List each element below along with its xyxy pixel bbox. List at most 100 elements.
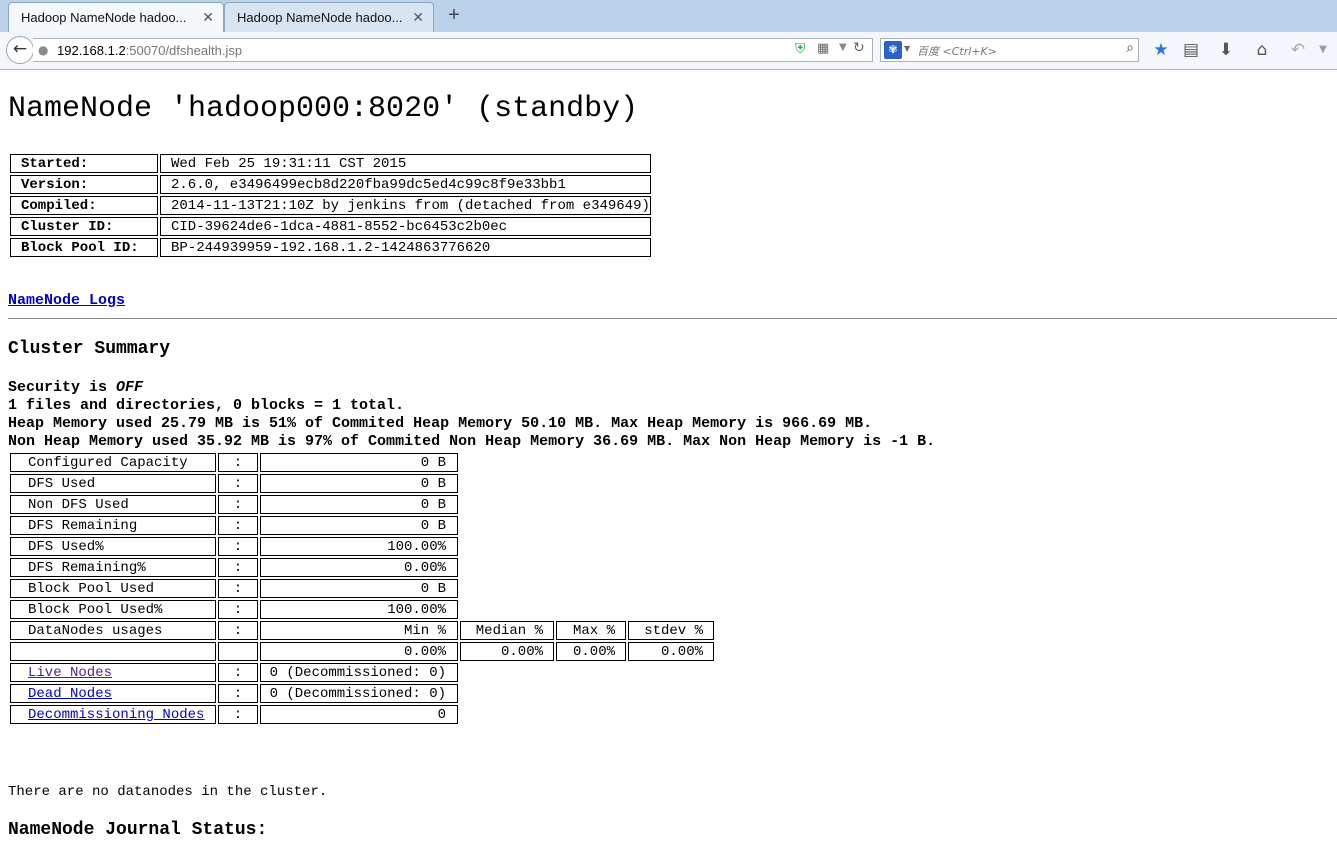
usage-value-max: 0.00% bbox=[556, 642, 626, 661]
tab-strip: Hadoop NameNode hadoo... ✕ Hadoop NameNo… bbox=[0, 0, 1337, 32]
search-engine-icon[interactable]: ✾ bbox=[884, 41, 902, 59]
security-value: OFF bbox=[116, 379, 144, 396]
capacity-value: 100.00% bbox=[260, 537, 458, 556]
url-host: 192.168.1.2 bbox=[57, 43, 126, 58]
bookmarks-list-icon[interactable]: ▤ bbox=[1180, 39, 1202, 61]
page-title: NameNode 'hadoop000:8020' (standby) bbox=[8, 92, 639, 126]
decommissioning-nodes-link[interactable]: Decommissioning Nodes bbox=[28, 707, 204, 723]
back-button[interactable]: ← bbox=[6, 36, 34, 64]
reload-icon[interactable]: ↻ bbox=[853, 40, 865, 56]
download-icon[interactable]: ⬇ bbox=[1215, 39, 1237, 61]
table-row: 0.00% 0.00% 0.00% 0.00% bbox=[10, 642, 714, 661]
namenode-logs-link[interactable]: NameNode Logs bbox=[8, 292, 125, 309]
separator: : bbox=[218, 600, 258, 619]
separator: : bbox=[218, 537, 258, 556]
search-bar[interactable]: ✾ ▼ 百度 <Ctrl+K> ⌕ bbox=[880, 38, 1139, 62]
bookmark-star-icon[interactable]: ★ bbox=[1150, 39, 1172, 61]
info-value: CID-39624de6-1dca-4881-8552-bc6453c2b0ec bbox=[160, 217, 651, 236]
dead-nodes-link[interactable]: Dead Nodes bbox=[28, 686, 112, 702]
usage-value-median: 0.00% bbox=[460, 642, 554, 661]
info-key: Cluster ID: bbox=[10, 217, 158, 236]
files-summary: 1 files and directories, 0 blocks = 1 to… bbox=[8, 397, 405, 414]
separator: : bbox=[218, 663, 258, 682]
separator: : bbox=[218, 474, 258, 493]
tab-title: Hadoop NameNode hadoo... bbox=[237, 10, 403, 25]
info-value: 2014-11-13T21:10Z by jenkins from (detac… bbox=[160, 196, 651, 215]
search-input[interactable]: 百度 <Ctrl+K> bbox=[917, 43, 997, 59]
close-tab-icon[interactable]: ✕ bbox=[412, 9, 424, 26]
separator: : bbox=[218, 558, 258, 577]
capacity-key: Configured Capacity bbox=[10, 453, 216, 472]
heap-memory-summary: Heap Memory used 25.79 MB is 51% of Comm… bbox=[8, 415, 873, 432]
close-tab-icon[interactable]: ✕ bbox=[202, 9, 214, 26]
table-row: Block Pool Used%:100.00% bbox=[10, 600, 714, 619]
separator: : bbox=[218, 453, 258, 472]
page-content: NameNode 'hadoop000:8020' (standby) Star… bbox=[0, 70, 1337, 855]
table-row: Block Pool Used:0 B bbox=[10, 579, 714, 598]
table-row: Compiled: 2014-11-13T21:10Z by jenkins f… bbox=[10, 196, 651, 215]
dead-nodes-value: 0 (Decommissioned: 0) bbox=[260, 684, 458, 703]
decommissioning-nodes-cell: Decommissioning Nodes bbox=[10, 705, 216, 724]
new-tab-button[interactable]: + bbox=[444, 4, 464, 28]
table-row: DFS Used%:100.00% bbox=[10, 537, 714, 556]
url-text[interactable]: 192.168.1.2:50070/dfshealth.jsp bbox=[57, 43, 242, 58]
undo-icon[interactable]: ↶ bbox=[1287, 39, 1309, 61]
usage-header-max: Max % bbox=[556, 621, 626, 640]
empty-cell bbox=[218, 642, 258, 661]
tab-hadoop-1[interactable]: Hadoop NameNode hadoo... ✕ bbox=[8, 2, 224, 32]
capacity-key: Block Pool Used% bbox=[10, 600, 216, 619]
capacity-table: Configured Capacity:0 B DFS Used:0 B Non… bbox=[8, 451, 716, 726]
capacity-value: 0 B bbox=[260, 579, 458, 598]
separator: : bbox=[218, 516, 258, 535]
capacity-key: DFS Remaining% bbox=[10, 558, 216, 577]
qr-code-icon[interactable]: ▦ bbox=[817, 41, 829, 56]
capacity-value: 0 B bbox=[260, 453, 458, 472]
usage-header-median: Median % bbox=[460, 621, 554, 640]
tab-hadoop-2[interactable]: Hadoop NameNode hadoo... ✕ bbox=[224, 2, 434, 32]
security-label: Security is bbox=[8, 379, 117, 396]
table-row: DFS Used:0 B bbox=[10, 474, 714, 493]
search-icon[interactable]: ⌕ bbox=[1126, 40, 1134, 56]
journal-status-heading: NameNode Journal Status: bbox=[8, 820, 268, 840]
capacity-key: DFS Used bbox=[10, 474, 216, 493]
shield-icon[interactable]: ⛨ bbox=[795, 41, 806, 57]
usage-value-stdev: 0.00% bbox=[628, 642, 714, 661]
url-path: :50070/dfshealth.jsp bbox=[125, 43, 243, 58]
capacity-value: 0 B bbox=[260, 495, 458, 514]
chevron-down-icon[interactable]: ▼ bbox=[1312, 39, 1334, 61]
table-row: Non DFS Used:0 B bbox=[10, 495, 714, 514]
info-key: Version: bbox=[10, 175, 158, 194]
live-nodes-link[interactable]: Live Nodes bbox=[28, 665, 112, 681]
non-heap-memory-summary: Non Heap Memory used 35.92 MB is 97% of … bbox=[8, 433, 936, 450]
table-row: Live Nodes : 0 (Decommissioned: 0) bbox=[10, 663, 714, 682]
chevron-down-icon[interactable]: ▼ bbox=[839, 42, 847, 53]
table-row: DFS Remaining:0 B bbox=[10, 516, 714, 535]
usage-value-min: 0.00% bbox=[260, 642, 458, 661]
info-value: 2.6.0, e3496499ecb8d220fba99dc5ed4c99c8f… bbox=[160, 175, 651, 194]
info-value: Wed Feb 25 19:31:11 CST 2015 bbox=[160, 154, 651, 173]
security-status: Security is OFF bbox=[8, 379, 143, 396]
capacity-key: DFS Remaining bbox=[10, 516, 216, 535]
table-row: DataNodes usages : Min % Median % Max % … bbox=[10, 621, 714, 640]
table-row: Configured Capacity:0 B bbox=[10, 453, 714, 472]
info-key: Block Pool ID: bbox=[10, 238, 158, 257]
table-row: Decommissioning Nodes : 0 bbox=[10, 705, 714, 724]
usage-header-stdev: stdev % bbox=[628, 621, 714, 640]
live-nodes-value: 0 (Decommissioned: 0) bbox=[260, 663, 458, 682]
address-bar[interactable]: ● 192.168.1.2:50070/dfshealth.jsp ⛨ ▦ ▼ … bbox=[33, 38, 873, 62]
info-value: BP-244939959-192.168.1.2-1424863776620 bbox=[160, 238, 651, 257]
table-row: DFS Remaining%:0.00% bbox=[10, 558, 714, 577]
no-datanodes-message: There are no datanodes in the cluster. bbox=[8, 784, 328, 800]
globe-icon: ● bbox=[38, 43, 49, 57]
separator: : bbox=[218, 705, 258, 724]
capacity-value: 0 B bbox=[260, 516, 458, 535]
table-row: Version: 2.6.0, e3496499ecb8d220fba99dc5… bbox=[10, 175, 651, 194]
home-icon[interactable]: ⌂ bbox=[1251, 39, 1273, 61]
chevron-down-icon[interactable]: ▼ bbox=[904, 44, 910, 53]
separator: : bbox=[218, 495, 258, 514]
capacity-value: 100.00% bbox=[260, 600, 458, 619]
capacity-value: 0.00% bbox=[260, 558, 458, 577]
table-row: Dead Nodes : 0 (Decommissioned: 0) bbox=[10, 684, 714, 703]
usage-header-min: Min % bbox=[260, 621, 458, 640]
capacity-key: DFS Used% bbox=[10, 537, 216, 556]
